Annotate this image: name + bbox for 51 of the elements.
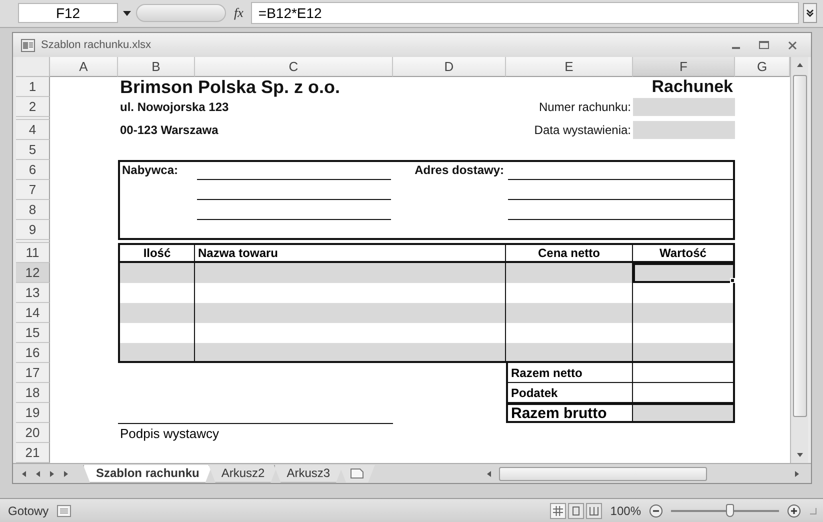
column-header[interactable]: E [506,57,633,77]
field-label: Numer rachunku: [538,99,632,116]
row-header[interactable]: 12 [16,263,50,283]
zoom-level: 100% [610,504,641,518]
row-header[interactable]: 16 [16,343,50,363]
row-header[interactable]: 1 [16,77,50,97]
column-header[interactable]: D [393,57,506,77]
sheet-tab[interactable]: Arkusz3 [274,464,344,482]
row-header[interactable]: 9 [16,220,50,240]
row-header[interactable]: 5 [16,140,50,160]
company-name: Brimson Polska Sp. z o.o. [119,77,342,97]
column-header[interactable]: B [118,57,195,77]
total-label: Podatek [506,383,633,403]
street-address: ul. Nowojorska 123 [119,99,230,116]
row-header[interactable]: 2 [16,97,50,117]
row-header[interactable]: 4 [16,120,50,140]
row-header[interactable]: 14 [16,303,50,323]
column-header[interactable]: A [50,57,118,77]
row-header[interactable]: 20 [16,423,50,443]
row-header[interactable]: 13 [16,283,50,303]
row-header[interactable]: 21 [16,443,50,463]
column-header[interactable]: C [195,57,393,77]
buyer-label: Nabywca: [121,162,180,179]
row-header[interactable]: 19 [16,403,50,423]
invoice-title: Rachunek [650,77,734,97]
column-header[interactable]: F [633,57,735,77]
field-label: Data wystawienia: [533,122,632,139]
row-header[interactable]: 7 [16,180,50,200]
status-text: Gotowy [8,504,49,518]
column-header[interactable]: G [735,57,790,77]
sheet-tab[interactable]: Arkusz2 [208,464,278,482]
row-header[interactable]: 6 [16,160,50,180]
formula-field[interactable]: =B12*E12 [251,2,799,24]
name-box[interactable]: F12 [18,2,118,22]
delivery-label: Adres dostawy: [414,162,505,179]
row-header[interactable]: 15 [16,323,50,343]
signature-label: Podpis wystawcy [118,423,393,443]
row-header[interactable]: 18 [16,383,50,403]
row-header[interactable]: 8 [16,200,50,220]
row-header[interactable]: 17 [16,363,50,383]
total-label: Razem brutto [506,403,633,423]
insert-function-button[interactable]: fx [230,4,248,20]
column-heading: Nazwa towaru [195,243,506,263]
city-address: 00-123 Warszawa [119,122,220,139]
column-heading: Cena netto [506,243,633,263]
column-heading: Wartość [633,243,735,263]
column-heading: Ilość [118,243,195,263]
total-label: Razem netto [506,363,633,383]
row-header[interactable]: 11 [16,243,50,263]
sheet-tab[interactable]: Szablon rachunku [83,464,212,482]
window-title: Szablon rachunku.xlsx [41,39,152,51]
